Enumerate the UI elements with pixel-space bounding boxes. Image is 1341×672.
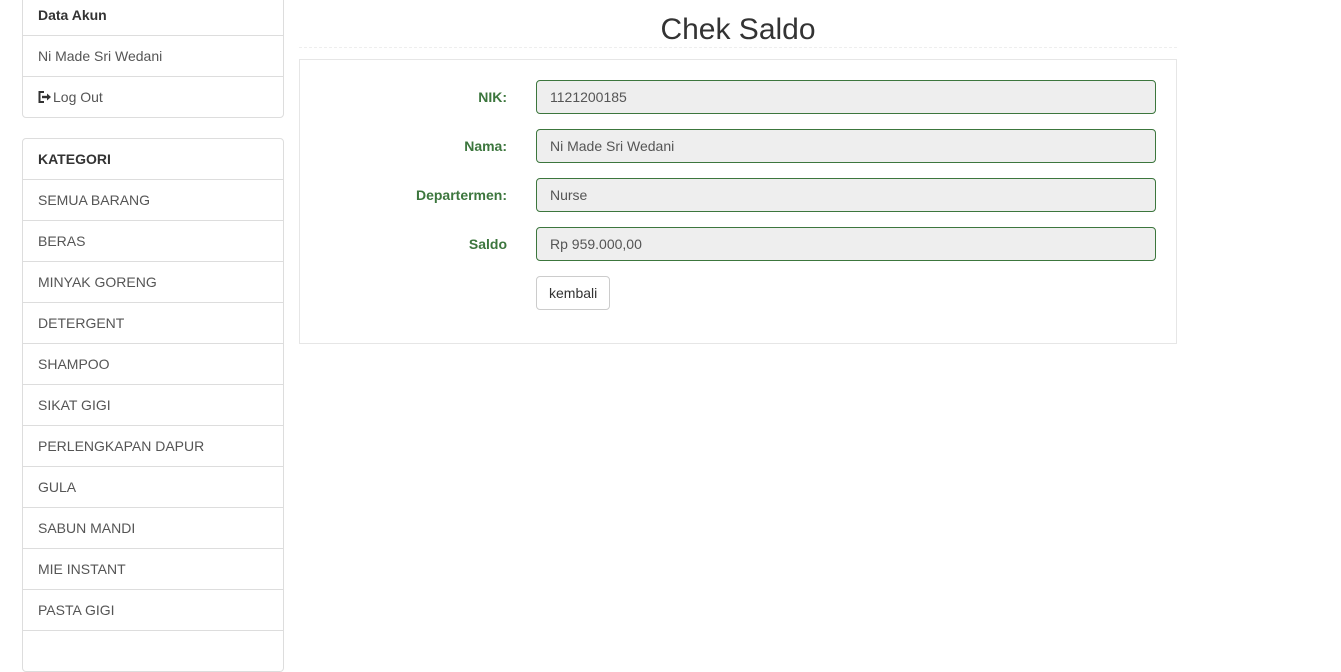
category-item[interactable]: GULA bbox=[23, 467, 283, 508]
main-content: Chek Saldo NIK: 1121200185 Nama: Ni Made… bbox=[299, 0, 1177, 344]
log-out-icon bbox=[38, 78, 52, 103]
nik-label: NIK: bbox=[478, 89, 507, 105]
category-item[interactable]: MINYAK GORENG bbox=[23, 262, 283, 303]
account-panel-header: Data Akun bbox=[23, 0, 283, 36]
balance-row: Saldo Rp 959.000,00 bbox=[300, 227, 1176, 261]
nik-field[interactable]: 1121200185 bbox=[536, 80, 1156, 114]
name-field[interactable]: Ni Made Sri Wedani bbox=[536, 129, 1156, 163]
category-panel-header: KATEGORI bbox=[23, 139, 283, 180]
sidebar: Data Akun Ni Made Sri Wedani Log Out KAT… bbox=[22, 0, 284, 672]
category-panel: KATEGORI SEMUA BARANG BERAS MINYAK GOREN… bbox=[22, 138, 284, 672]
nik-row: NIK: 1121200185 bbox=[300, 80, 1176, 114]
department-row: Departermen: Nurse bbox=[300, 178, 1176, 212]
name-row: Nama: Ni Made Sri Wedani bbox=[300, 129, 1176, 163]
balance-label: Saldo bbox=[468, 236, 507, 252]
category-item[interactable]: BERAS bbox=[23, 221, 283, 262]
balance-field[interactable]: Rp 959.000,00 bbox=[536, 227, 1156, 261]
name-label: Nama: bbox=[464, 138, 507, 154]
category-item[interactable]: DETERGENT bbox=[23, 303, 283, 344]
department-field[interactable]: Nurse bbox=[536, 178, 1156, 212]
category-item[interactable]: MIE INSTANT bbox=[23, 549, 283, 590]
back-button[interactable]: kembali bbox=[536, 276, 611, 310]
logout-label: Log Out bbox=[53, 89, 103, 105]
logout-link[interactable]: Log Out bbox=[23, 77, 283, 117]
category-item[interactable]: PERLENGKAPAN DAPUR bbox=[23, 426, 283, 467]
account-user-name[interactable]: Ni Made Sri Wedani bbox=[23, 36, 283, 77]
category-item[interactable]: SEMUA BARANG bbox=[23, 180, 283, 221]
category-item[interactable]: PASTA GIGI bbox=[23, 590, 283, 631]
category-item[interactable]: SABUN MANDI bbox=[23, 508, 283, 549]
balance-form-panel: NIK: 1121200185 Nama: Ni Made Sri Wedani… bbox=[299, 59, 1177, 344]
category-item[interactable]: SIKAT GIGI bbox=[23, 385, 283, 426]
account-panel: Data Akun Ni Made Sri Wedani Log Out bbox=[22, 0, 284, 118]
category-item[interactable] bbox=[23, 631, 283, 671]
category-item[interactable]: SHAMPOO bbox=[23, 344, 283, 385]
page-title: Chek Saldo bbox=[299, 12, 1177, 48]
department-label: Departermen: bbox=[415, 187, 507, 203]
